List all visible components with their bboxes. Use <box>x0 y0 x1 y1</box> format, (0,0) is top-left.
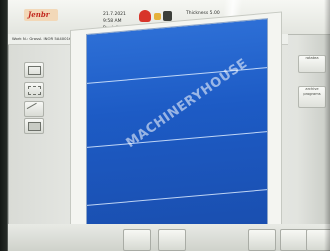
bottom-button-1[interactable] <box>123 229 151 251</box>
rotate-button-label: rotatea <box>305 56 319 60</box>
thickness-readout: Thickness 5.00 <box>186 11 220 16</box>
warning-icon[interactable] <box>154 13 161 20</box>
toolbar-pen-button[interactable] <box>24 101 44 117</box>
bottom-toolbar <box>8 224 330 251</box>
user-icon[interactable] <box>163 11 172 21</box>
brand-logo-text: Jenbr <box>28 10 50 19</box>
alarm-icon[interactable] <box>139 10 151 22</box>
toolbar-draw-button[interactable] <box>24 82 44 98</box>
bottom-button-3[interactable] <box>248 229 276 251</box>
layer-icon <box>28 122 41 131</box>
monitor-bezel <box>324 0 330 251</box>
time-readout: 9:58 AM <box>103 19 122 24</box>
bottom-button-2[interactable] <box>158 229 186 251</box>
bottom-button-4[interactable] <box>280 229 308 251</box>
pen-icon <box>26 102 41 116</box>
toolbar-layer-button[interactable] <box>24 118 44 134</box>
canvas-guide-line <box>87 189 267 206</box>
canvas-guide-line <box>87 131 267 148</box>
toolbar-view-button[interactable] <box>24 62 44 78</box>
archive-programs-button[interactable]: archive programs <box>298 86 326 108</box>
machine-screen-photo: Jenbr 21.7.2021 9:58 AM Prod. 75272 Thic… <box>0 0 330 251</box>
drawing-canvas[interactable] <box>86 18 268 242</box>
date-readout: 21.7.2021 <box>103 12 126 17</box>
view-icon <box>28 66 41 75</box>
rotate-button[interactable]: rotatea <box>298 55 326 73</box>
archive-programs-label: archive programs <box>303 87 321 96</box>
draw-icon <box>28 86 41 95</box>
